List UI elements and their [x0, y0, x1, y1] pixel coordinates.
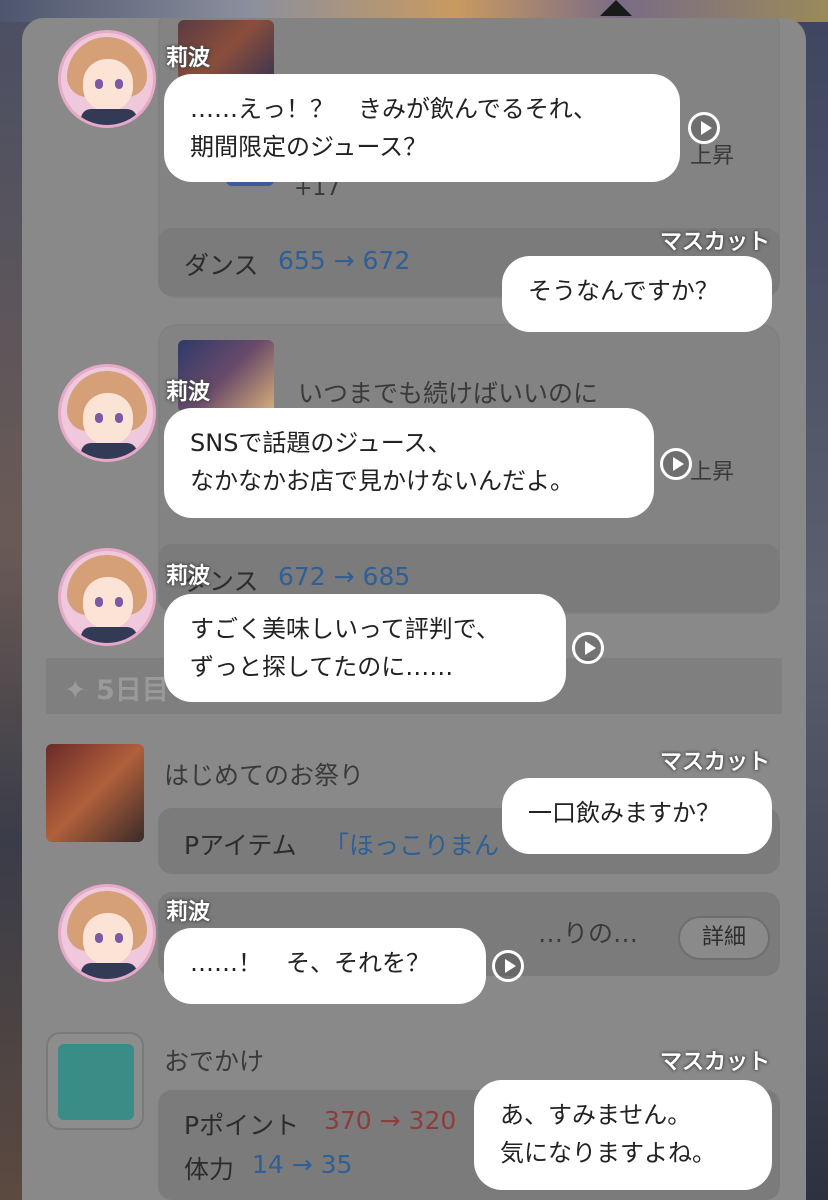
message-line: ずっと探してたのに……	[190, 653, 454, 681]
chat-bubble[interactable]: ……えっ！？ きみが飲んでるそれ、 期間限定のジュース？	[164, 74, 680, 182]
chat-bubble[interactable]: あ、すみません。 気になりますよね。	[474, 1080, 772, 1190]
message-line: ……！ そ、それを？	[190, 949, 430, 977]
speaker-name: 莉波	[166, 46, 211, 71]
detail-button[interactable]: 詳細	[678, 916, 770, 960]
avatar	[58, 548, 156, 646]
message-line: ……えっ！？ きみが飲んでるそれ、	[190, 95, 598, 123]
play-voice-icon[interactable]	[660, 448, 692, 480]
stamina-label: 体力	[184, 1155, 235, 1184]
festival-title: はじめてのお祭り	[164, 761, 365, 790]
message-line: 期間限定のジュース？	[190, 133, 428, 161]
message-line: 一口飲みますか？	[528, 799, 720, 827]
message-line: なかなかお店で見かけないんだよ。	[190, 467, 574, 495]
item-value: 「ほっこりまん	[324, 831, 500, 860]
message-line: そうなんですか？	[528, 277, 719, 305]
outing-title: おでかけ	[164, 1047, 265, 1076]
speaker-name: 莉波	[166, 564, 211, 589]
item-label: Pアイテム	[184, 831, 297, 860]
item-title: …りの…	[538, 919, 639, 948]
chat-bubble[interactable]: すごく美味しいって評判で、 ずっと探してたのに……	[164, 594, 566, 702]
entry-title: いつまでも続けばいいのに	[298, 379, 599, 408]
play-voice-icon[interactable]	[492, 950, 524, 982]
message-line: 気になりますよね。	[500, 1139, 716, 1167]
stat-label: ダンス	[184, 251, 259, 280]
avatar	[58, 30, 156, 128]
outing-icon	[46, 1032, 144, 1130]
points-value: 370 → 320	[324, 1106, 457, 1135]
stamina-value: 14 → 35	[252, 1150, 353, 1179]
smile-bag-icon	[58, 1044, 134, 1120]
speaker-name: 莉波	[166, 380, 211, 405]
speaker-name: マスカット	[659, 230, 770, 255]
rise-label: 上昇	[690, 144, 735, 169]
speaker-name: 莉波	[166, 900, 211, 925]
avatar	[58, 884, 156, 982]
chat-bubble[interactable]: ……！ そ、それを？	[164, 928, 486, 1004]
message-line: あ、すみません。	[500, 1101, 692, 1129]
chat-bubble[interactable]: SNSで話題のジュース、 なかなかお店で見かけないんだよ。	[164, 408, 654, 518]
triangle-icon	[600, 0, 632, 16]
speaker-name: マスカット	[659, 1050, 770, 1075]
rise-label: 上昇	[690, 460, 735, 485]
stat-value: 655 → 672	[278, 246, 411, 275]
day-header-label: ✦ 5日目	[64, 675, 169, 706]
play-voice-icon[interactable]	[688, 112, 720, 144]
chat-bubble[interactable]: そうなんですか？	[502, 256, 772, 332]
festival-thumbnail	[46, 744, 144, 842]
play-voice-icon[interactable]	[572, 632, 604, 664]
points-label: Pポイント	[184, 1111, 300, 1140]
message-line: SNSで話題のジュース、	[190, 429, 452, 457]
stat-value: 672 → 685	[278, 562, 411, 591]
chat-bubble[interactable]: 一口飲みますか？	[502, 778, 772, 854]
message-line: すごく美味しいって評判で、	[190, 615, 500, 643]
avatar	[58, 364, 156, 462]
speaker-name: マスカット	[659, 750, 770, 775]
